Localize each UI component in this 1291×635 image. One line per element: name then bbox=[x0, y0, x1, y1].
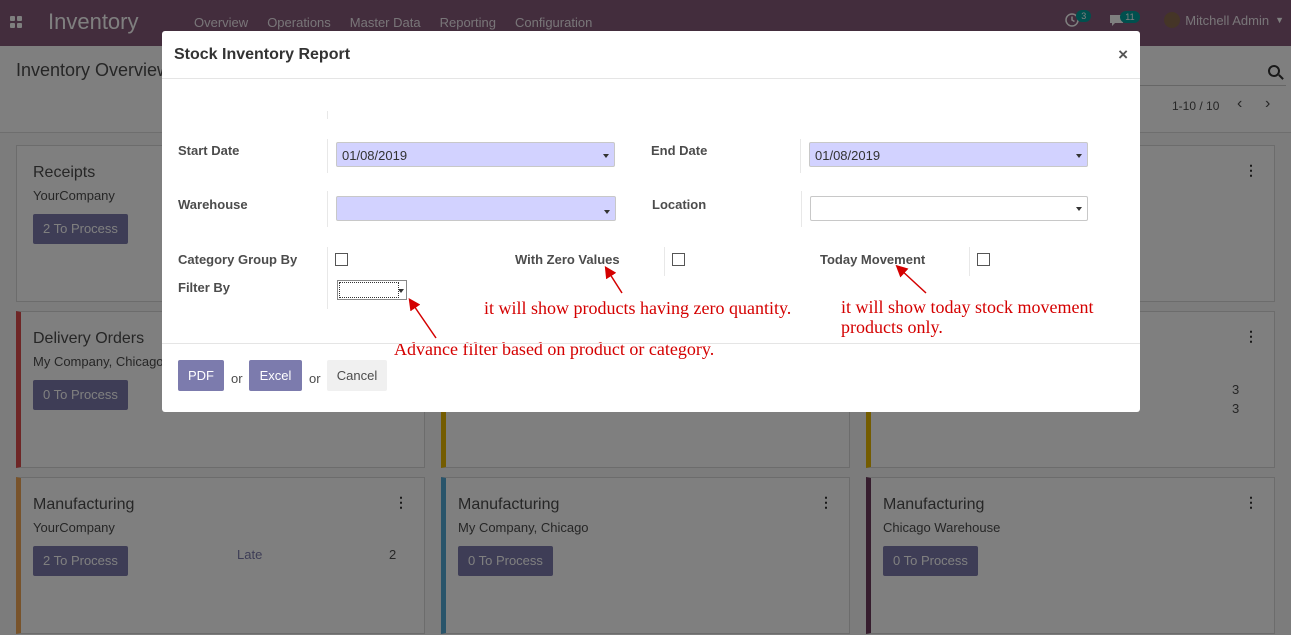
cancel-button[interactable]: Cancel bbox=[327, 360, 387, 391]
or-text: or bbox=[231, 371, 243, 386]
arrow-zero-values bbox=[604, 265, 623, 294]
excel-button[interactable]: Excel bbox=[249, 360, 302, 391]
stock-inventory-report-dialog: Stock Inventory Report × Start Date 01/0… bbox=[162, 31, 1140, 412]
modal-footer: PDF or Excel or Cancel bbox=[162, 343, 1140, 412]
arrow-today-movement bbox=[895, 264, 927, 294]
pdf-button[interactable]: PDF bbox=[178, 360, 224, 391]
arrow-filter-by bbox=[408, 298, 437, 339]
or-text: or bbox=[309, 371, 321, 386]
